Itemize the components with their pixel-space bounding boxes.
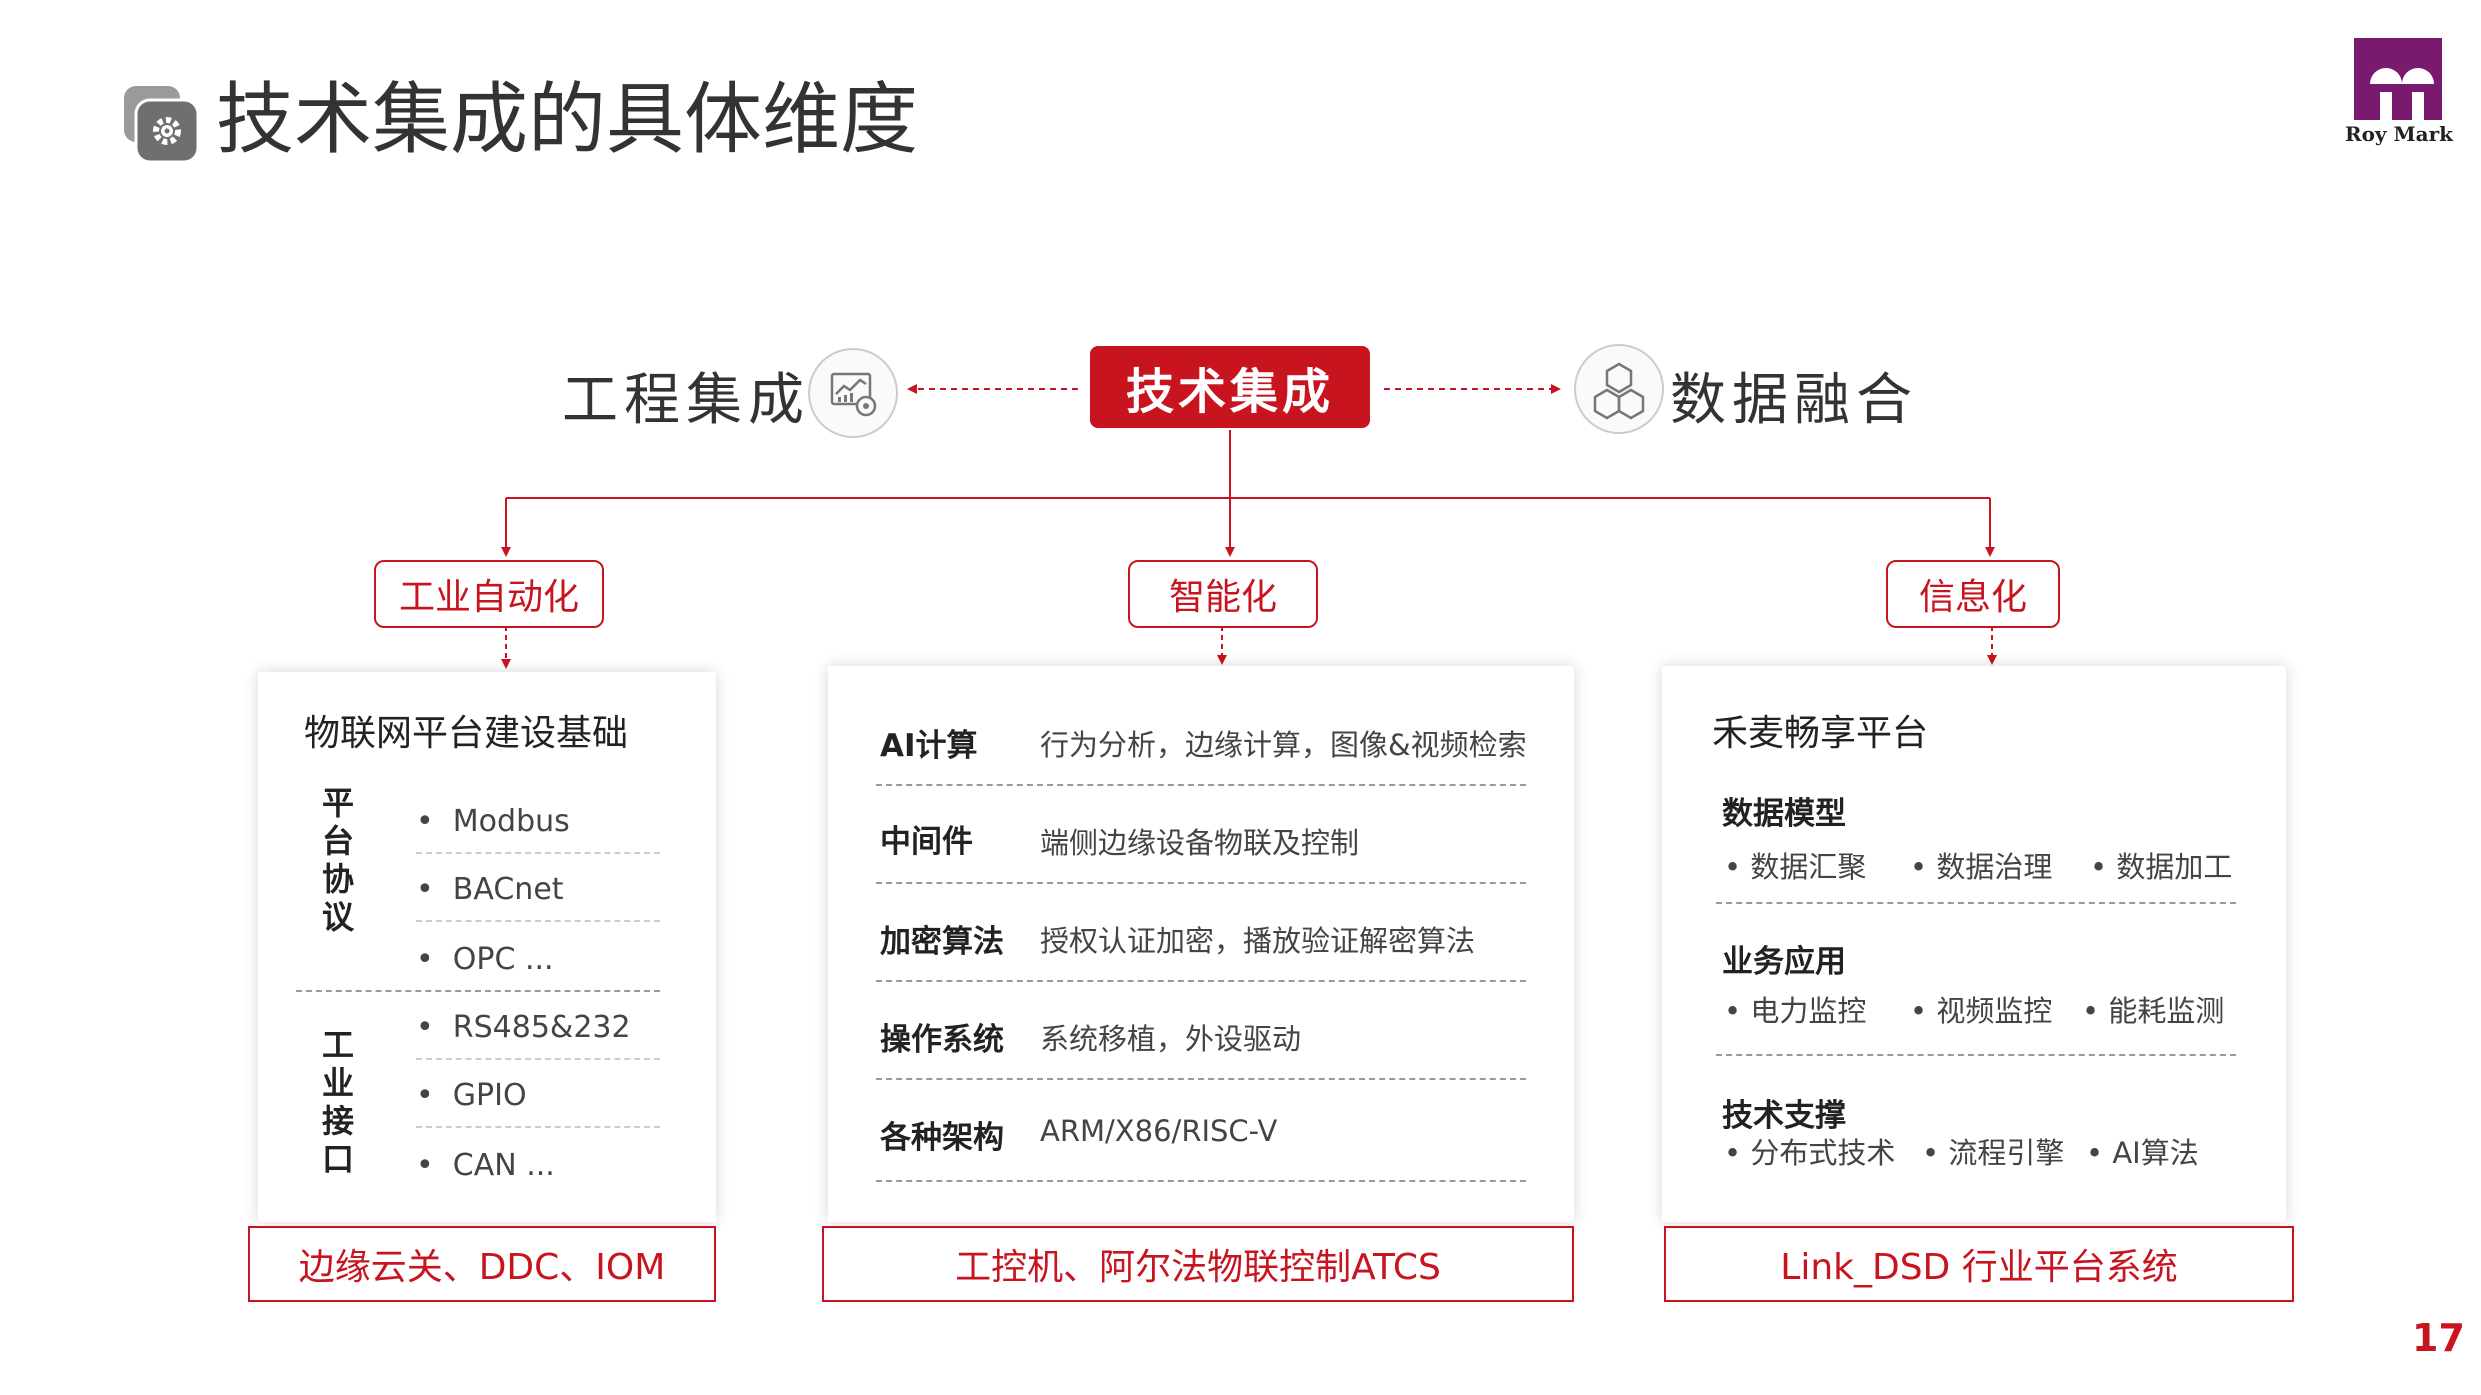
list-item-text: GPIO [452, 1078, 527, 1113]
list-item-text: 数据汇聚 [1750, 850, 1867, 884]
data-fusion-title: 数据融合 [1670, 368, 1918, 433]
tech-integration-box: 技术集成 [1090, 346, 1370, 428]
list-item: • 流程引擎 [1922, 1136, 2065, 1170]
panel3-title: 禾麦畅享平台 [1712, 713, 1929, 754]
dashboard-chart-icon [808, 348, 898, 438]
divider [1716, 1054, 2236, 1056]
industrial-interface-label: 工业接口 [318, 1026, 358, 1178]
bottom-box-ipc: 工控机、阿尔法物联控制ATCS [822, 1226, 1574, 1302]
list-item: • CAN ... [416, 1148, 555, 1183]
list-item-text: 数据加工 [2116, 850, 2233, 884]
list-item: • BACnet [416, 872, 564, 907]
divider [876, 980, 1526, 982]
list-item-text: 分布式技术 [1750, 1136, 1896, 1170]
list-item-text: AI算法 [2112, 1136, 2199, 1170]
divider [876, 882, 1526, 884]
list-item: • AI算法 [2086, 1136, 2199, 1170]
category-industrial-automation: 工业自动化 [374, 560, 604, 628]
page-title: 技术集成的具体维度 [216, 75, 919, 165]
list-item: • 数据治理 [1910, 850, 2053, 884]
row-desc-ai: 行为分析，边缘计算，图像&视频检索 [1040, 728, 1527, 762]
row-label-arch: 各种架构 [880, 1120, 1004, 1156]
list-item: • 能耗监测 [2082, 994, 2225, 1028]
cubes-icon [1574, 344, 1664, 434]
list-item-text: 视频监控 [1936, 994, 2053, 1028]
divider [876, 784, 1526, 786]
row-label-os: 操作系统 [880, 1022, 1004, 1058]
row-label-ai: AI计算 [880, 728, 978, 764]
list-item-text: BACnet [452, 872, 564, 907]
group-divider [296, 990, 660, 992]
list-item-text: 流程引擎 [1948, 1136, 2065, 1170]
page-number: 17 [2412, 1316, 2465, 1360]
section-head-data-model: 数据模型 [1722, 796, 1846, 832]
list-item-text: RS485&232 [452, 1010, 631, 1045]
platform-protocol-label-text: 平台协议 [321, 784, 354, 936]
row-desc-encryption: 授权认证加密，播放验证解密算法 [1040, 924, 1476, 958]
divider [416, 1058, 660, 1060]
category-informatization: 信息化 [1886, 560, 2060, 628]
section-head-business: 业务应用 [1722, 944, 1846, 980]
platform-protocol-label: 平台协议 [318, 784, 358, 936]
list-item-text: 能耗监测 [2108, 994, 2225, 1028]
section-head-tech-support: 技术支撑 [1722, 1098, 1846, 1134]
list-item: • 数据汇聚 [1724, 850, 1867, 884]
list-item: • 分布式技术 [1724, 1136, 1896, 1170]
list-item-text: CAN ... [452, 1148, 555, 1183]
divider [876, 1078, 1526, 1080]
bottom-box-link: Link_DSD 行业平台系统 [1664, 1226, 2294, 1302]
category-intelligence: 智能化 [1128, 560, 1318, 628]
list-item: • RS485&232 [416, 1010, 631, 1045]
row-desc-arch: ARM/X86/RISC-V [1040, 1114, 1278, 1148]
list-item: • Modbus [416, 804, 570, 839]
divider [876, 1180, 1526, 1182]
row-desc-middleware: 端侧边缘设备物联及控制 [1040, 826, 1360, 860]
list-item: • GPIO [416, 1078, 527, 1113]
list-item: • OPC ... [416, 942, 554, 977]
engineering-integration-title: 工程集成 [562, 368, 810, 433]
logo-text: Roy Mark [2344, 122, 2454, 146]
divider [416, 1126, 660, 1128]
bottom-box-edge: 边缘云关、DDC、IOM [248, 1226, 716, 1302]
list-item: • 视频监控 [1910, 994, 2053, 1028]
list-item-text: Modbus [452, 804, 570, 839]
divider [416, 920, 660, 922]
row-label-encryption: 加密算法 [880, 924, 1004, 960]
list-item: • 数据加工 [2090, 850, 2233, 884]
list-item: • 电力监控 [1724, 994, 1867, 1028]
row-desc-os: 系统移植，外设驱动 [1040, 1022, 1302, 1056]
list-item-text: OPC ... [452, 942, 554, 977]
list-item-text: 电力监控 [1750, 994, 1867, 1028]
divider [1716, 902, 2236, 904]
row-label-middleware: 中间件 [880, 824, 973, 860]
list-item-text: 数据治理 [1936, 850, 2053, 884]
industrial-interface-label-text: 工业接口 [321, 1026, 354, 1178]
panel1-title: 物联网平台建设基础 [304, 713, 629, 754]
settings-stack-icon [124, 86, 200, 164]
divider [416, 852, 660, 854]
